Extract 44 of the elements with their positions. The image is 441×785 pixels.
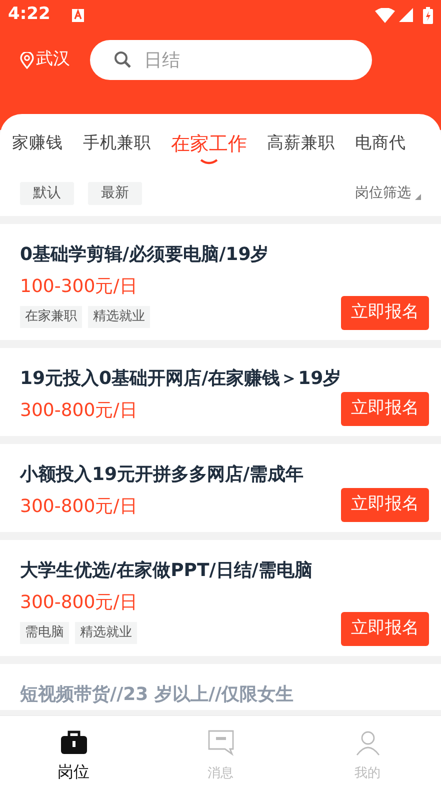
- signal-icon: [399, 8, 413, 22]
- search-field[interactable]: 日结: [90, 40, 372, 80]
- job-tag: 精选就业: [88, 306, 150, 328]
- tab-indicator-icon: [200, 158, 218, 164]
- salary-text: 300-800元/日: [20, 495, 138, 519]
- job-title: 大学生优选/在家做PPT/日结/需电脑: [20, 559, 314, 583]
- job-tag: 在家兼职: [20, 306, 82, 328]
- job-card[interactable]: 小额投入19元开拼多多网店/需成年 300-800元/日 立即报名: [0, 444, 441, 532]
- category-tab[interactable]: 家赚钱: [12, 130, 63, 156]
- battery-icon: [423, 6, 433, 24]
- job-tag: 需电脑: [20, 622, 69, 644]
- category-tab[interactable]: 高薪兼职: [267, 130, 335, 156]
- location-icon: [20, 52, 34, 68]
- apply-button[interactable]: 立即报名: [341, 488, 429, 522]
- salary-text: 300-800元/日: [20, 399, 138, 423]
- job-title: 0基础学剪辑/必须要电脑/19岁: [20, 243, 270, 267]
- job-title: 小额投入19元开拼多多网店/需成年: [20, 463, 305, 487]
- wifi-icon: [375, 8, 395, 22]
- job-title: 短视频带货//23 岁以上//仅限女生: [20, 683, 295, 707]
- notification-icon: [72, 8, 84, 22]
- sort-button[interactable]: 最新: [88, 182, 142, 204]
- job-title: 19元投入0基础开网店/在家赚钱＞19岁: [20, 367, 342, 391]
- category-tab[interactable]: 在家工作: [171, 130, 247, 164]
- job-card[interactable]: 19元投入0基础开网店/在家赚钱＞19岁 300-800元/日 立即报名: [0, 348, 441, 436]
- apply-button[interactable]: 立即报名: [341, 392, 429, 426]
- nav-tab[interactable]: 岗位: [0, 716, 147, 785]
- salary-text: 100-300元/日: [20, 275, 138, 299]
- job-card[interactable]: 大学生优选/在家做PPT/日结/需电脑 300-800元/日 需电脑 精选就业 立即报名: [0, 540, 441, 656]
- sort-button[interactable]: 默认: [20, 182, 74, 204]
- filter-dropdown[interactable]: 岗位筛选: [355, 182, 421, 204]
- briefcase-icon: [60, 730, 86, 754]
- category-tab[interactable]: 手机兼职: [83, 130, 151, 156]
- search-icon: [114, 51, 132, 69]
- job-card[interactable]: 0基础学剪辑/必须要电脑/19岁 100-300元/日 在家兼职 精选就业 立即报名: [0, 224, 441, 340]
- job-tag: 精选就业: [75, 622, 137, 644]
- apply-button[interactable]: 立即报名: [341, 296, 429, 330]
- city-label[interactable]: 武汉: [36, 47, 70, 73]
- message-icon: [208, 730, 234, 756]
- category-tab[interactable]: 电商代: [355, 130, 406, 156]
- status-time: 4:22: [8, 3, 50, 26]
- person-icon: [354, 730, 380, 756]
- salary-text: 300-800元/日: [20, 591, 138, 615]
- apply-button[interactable]: 立即报名: [341, 612, 429, 646]
- dropdown-icon: [415, 194, 421, 200]
